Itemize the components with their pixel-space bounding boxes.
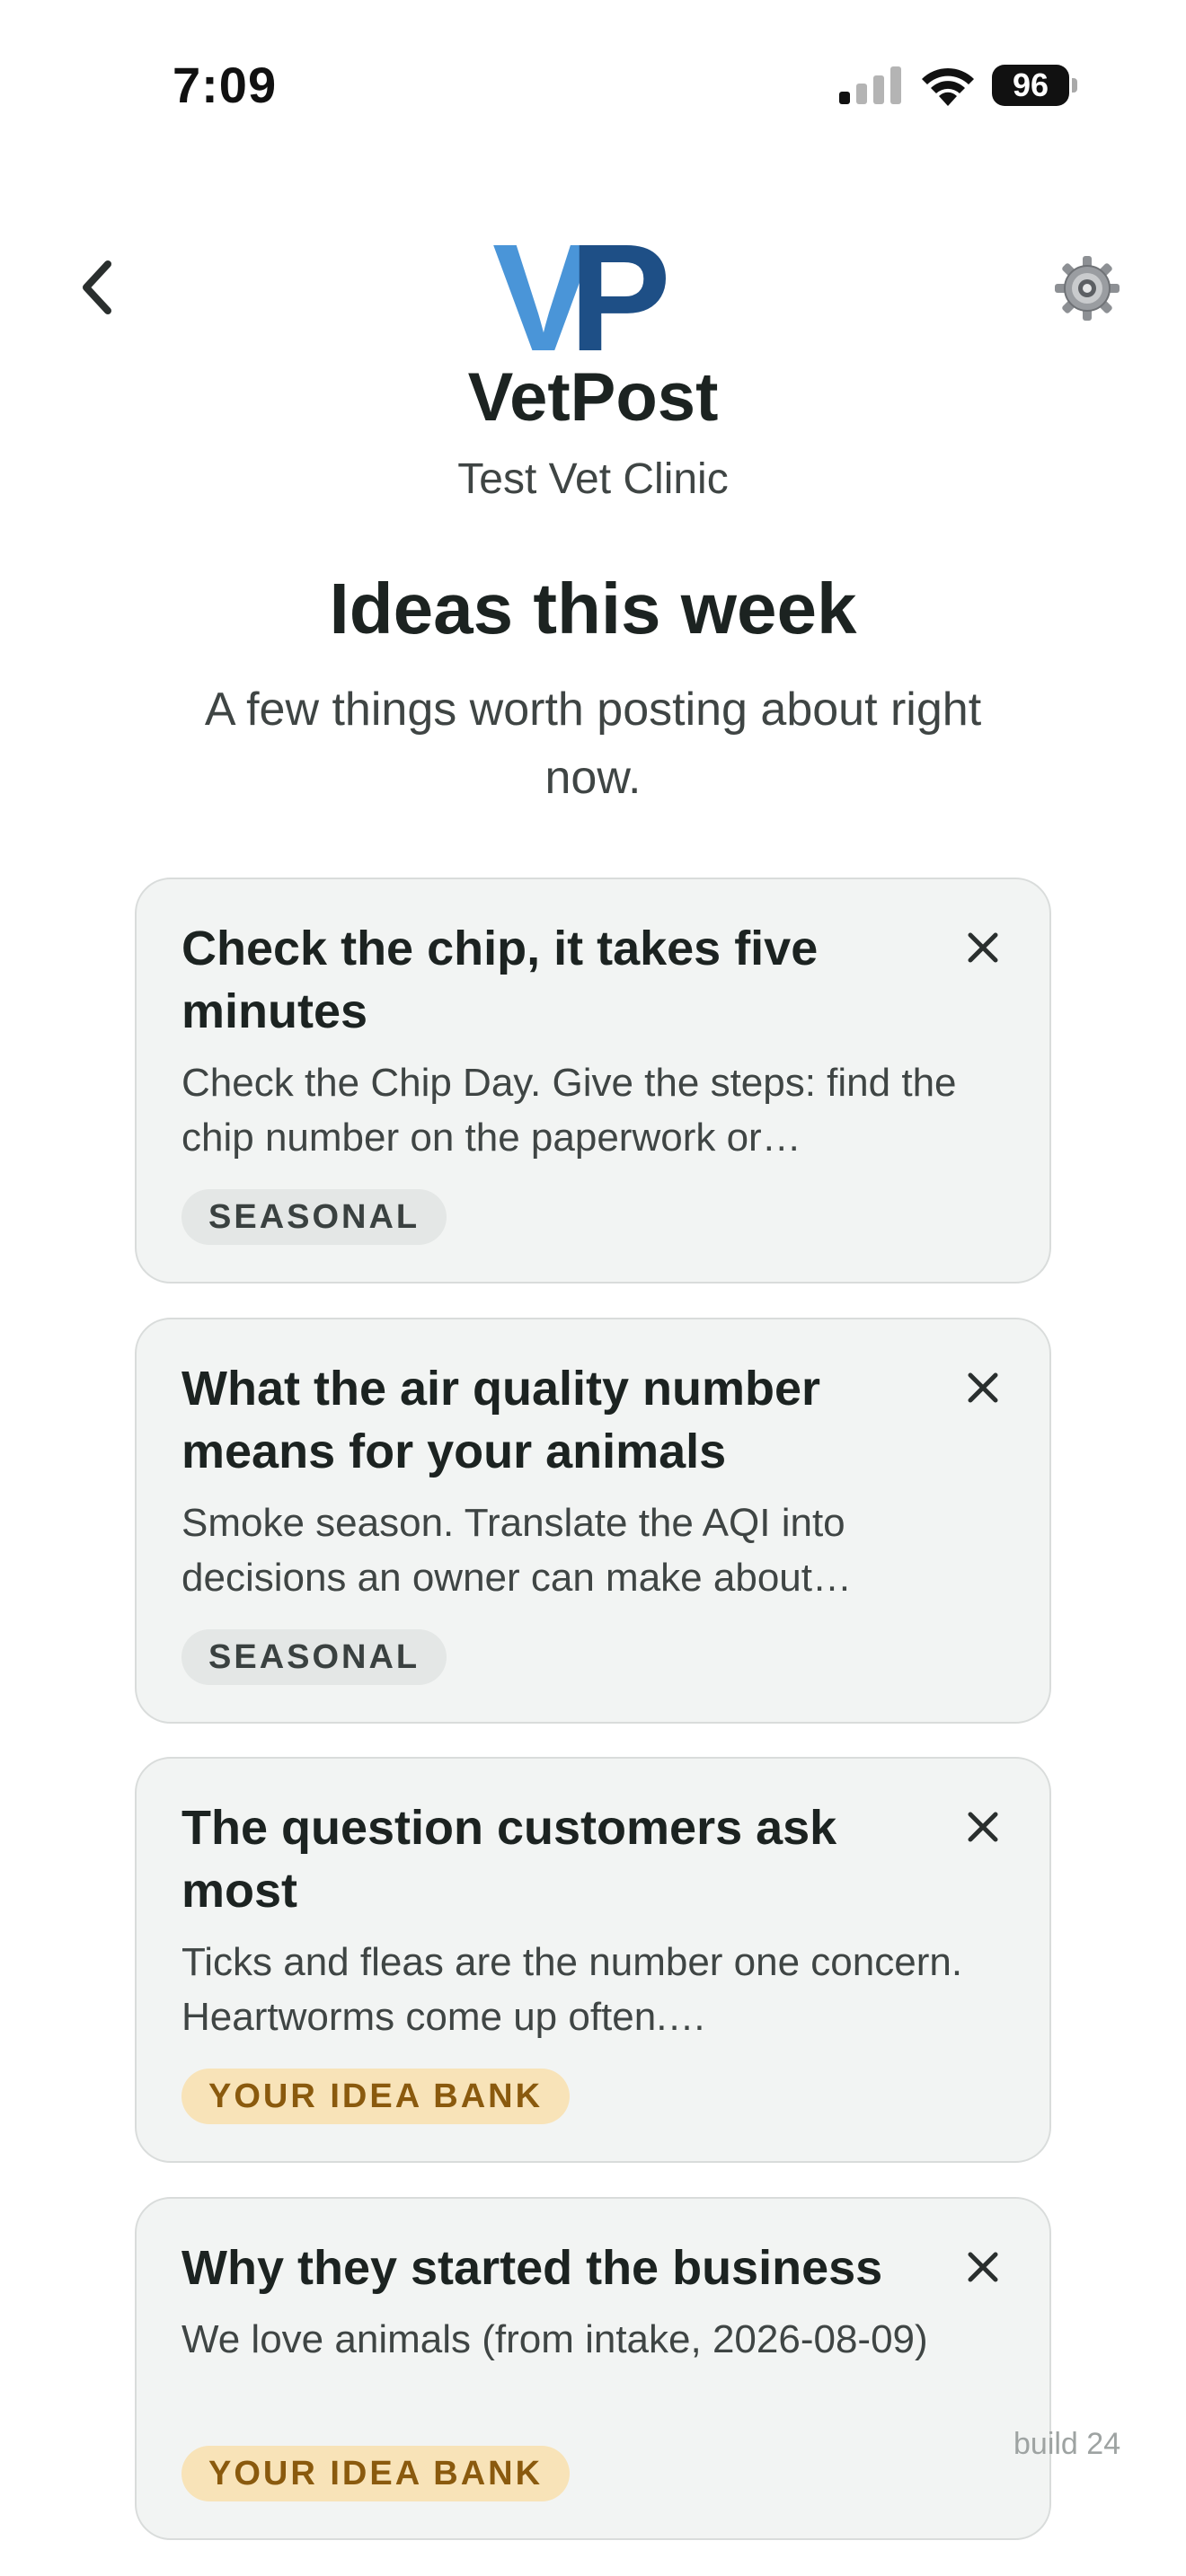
- status-time: 7:09: [173, 57, 278, 113]
- dismiss-button[interactable]: [956, 2240, 1010, 2294]
- battery-tip: [1072, 78, 1077, 93]
- back-button[interactable]: [68, 251, 126, 323]
- close-icon: [968, 2252, 998, 2282]
- page-title: Ideas this week: [329, 569, 857, 648]
- idea-card-description: Check the Chip Day. Give the steps: find…: [181, 1061, 957, 1160]
- idea-card[interactable]: Check the chip, it takes five minutes Ch…: [135, 878, 1051, 1284]
- cellular-signal-icon: [839, 66, 901, 104]
- build-label: build 24: [1013, 2427, 1121, 2461]
- idea-card[interactable]: What the air quality number means for yo…: [135, 1318, 1051, 1724]
- idea-card-title: Why they started the business: [181, 2241, 883, 2295]
- close-icon: [968, 1372, 998, 1403]
- dismiss-button[interactable]: [956, 1800, 1010, 1854]
- idea-card[interactable]: The question customers ask most Ticks an…: [135, 1757, 1051, 2163]
- settings-button[interactable]: [1053, 254, 1121, 322]
- idea-card-title: What the air quality number means for yo…: [181, 1362, 821, 1478]
- svg-text:VP: VP: [492, 235, 666, 354]
- idea-card-description: We love animals (from intake, 2026-08-09…: [181, 2317, 928, 2361]
- battery-level: 96: [992, 65, 1069, 106]
- idea-tag: SEASONAL: [181, 1629, 447, 1685]
- brand-name: VetPost: [467, 359, 719, 436]
- idea-card-title: Check the chip, it takes five minutes: [181, 922, 819, 1038]
- close-icon: [968, 1812, 998, 1842]
- idea-card-description: Ticks and fleas are the number one conce…: [181, 1940, 963, 2039]
- wifi-icon: [922, 67, 974, 106]
- status-bar: 7:09 96: [0, 0, 1186, 171]
- idea-tag: SEASONAL: [181, 1189, 447, 1245]
- clinic-name: Test Vet Clinic: [457, 455, 729, 503]
- dismiss-button[interactable]: [956, 1361, 1010, 1415]
- chevron-left-icon: [83, 260, 111, 314]
- gear-icon: [1055, 256, 1120, 321]
- idea-tag: YOUR IDEA BANK: [181, 2069, 571, 2124]
- dismiss-button[interactable]: [956, 921, 1010, 975]
- idea-card-title: The question customers ask most: [181, 1801, 837, 1918]
- idea-card-description: Smoke season. Translate the AQI into dec…: [181, 1501, 852, 1600]
- page-subtitle: A few things worth posting about right n…: [204, 684, 982, 804]
- close-icon: [968, 932, 998, 963]
- idea-tag: YOUR IDEA BANK: [181, 2446, 571, 2501]
- vetpost-logo: VP: [492, 235, 691, 354]
- idea-card[interactable]: Why they started the business We love an…: [135, 2197, 1051, 2540]
- battery-indicator: 96: [992, 65, 1078, 106]
